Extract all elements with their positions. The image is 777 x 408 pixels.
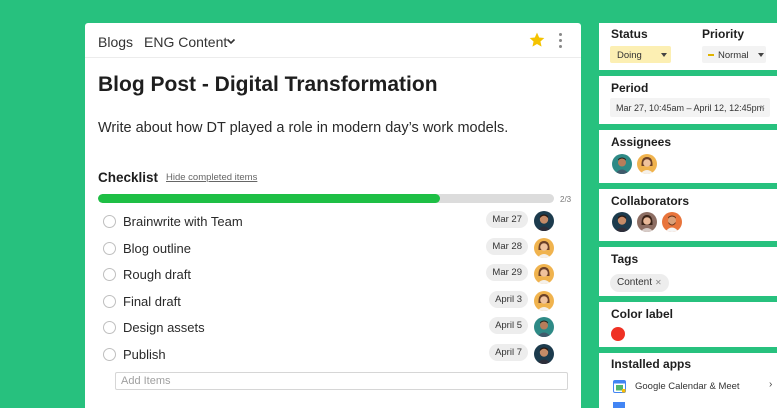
period-value: Mar 27, 10:45am – April 12, 12:45pm	[616, 103, 765, 113]
installed-apps-title: Installed apps	[611, 357, 692, 371]
checklist-item[interactable]: Rough draft Mar 29	[85, 261, 581, 288]
checklist-item[interactable]: Blog outline Mar 28	[85, 235, 581, 262]
period-field[interactable]: Mar 27, 10:45am – April 12, 12:45pm ×	[610, 98, 770, 117]
checklist-item[interactable]: Publish April 7	[85, 341, 581, 368]
checklist-items: Brainwrite with Team Mar 27 Blog outline…	[85, 208, 581, 368]
chevron-right-icon: ›	[769, 379, 773, 390]
priority-value: Normal	[718, 50, 749, 61]
avatar[interactable]	[637, 154, 657, 174]
assignees-title: Assignees	[611, 135, 672, 149]
avatar[interactable]	[637, 212, 657, 232]
hide-completed-link[interactable]: Hide completed items	[166, 172, 257, 183]
avatar[interactable]	[612, 212, 632, 232]
avatar[interactable]	[534, 211, 554, 231]
priority-dropdown[interactable]: Normal	[702, 46, 766, 63]
collaborators-panel: Collaborators	[599, 189, 777, 241]
tags-title: Tags	[611, 252, 639, 266]
caret-down-icon	[661, 53, 667, 57]
due-date-badge[interactable]: Mar 29	[486, 264, 528, 282]
color-swatch[interactable]	[611, 327, 625, 341]
tag-label: Content	[617, 277, 653, 288]
due-date-badge[interactable]: Mar 28	[486, 237, 528, 255]
breadcrumb-blogs[interactable]: Blogs	[98, 34, 133, 50]
tags-panel: Tags Content ✕	[599, 247, 777, 296]
checklist-item-label[interactable]: Publish	[123, 347, 166, 362]
task-description[interactable]: Write about how DT played a role in mode…	[98, 120, 508, 136]
breadcrumb-eng-content[interactable]: ENG Content	[144, 34, 227, 50]
task-title[interactable]: Blog Post - Digital Transformation	[98, 73, 438, 97]
checklist-progress-bar	[98, 194, 554, 203]
avatar[interactable]	[534, 264, 554, 284]
avatar[interactable]	[534, 238, 554, 258]
status-title: Status	[611, 27, 648, 41]
avatar[interactable]	[662, 212, 682, 232]
checklist-title: Checklist	[98, 170, 159, 185]
due-date-badge[interactable]: April 5	[489, 317, 528, 335]
assignees-panel: Assignees	[599, 130, 777, 183]
checklist-item-label[interactable]: Rough draft	[123, 267, 191, 282]
color-label-panel: Color label	[599, 302, 777, 347]
tag-chip[interactable]: Content ✕	[610, 274, 669, 292]
collaborators-title: Collaborators	[611, 194, 690, 208]
avatar[interactable]	[534, 291, 554, 311]
checklist-item-label[interactable]: Final draft	[123, 294, 181, 309]
period-title: Period	[611, 81, 649, 95]
checkbox[interactable]	[103, 294, 116, 308]
checklist-item[interactable]: Design assets April 5	[85, 314, 581, 341]
avatar[interactable]	[612, 154, 632, 174]
checklist-item[interactable]: Brainwrite with Team Mar 27	[85, 208, 581, 235]
status-dropdown[interactable]: Doing	[610, 46, 671, 63]
card-header: Blogs ENG Content	[85, 23, 581, 58]
more-options-icon[interactable]	[559, 33, 563, 49]
checklist-progress-fill	[98, 194, 440, 203]
checklist-item-label[interactable]: Blog outline	[123, 241, 191, 256]
priority-title: Priority	[702, 27, 745, 41]
due-date-badge[interactable]: April 7	[489, 343, 528, 361]
checklist-item-label[interactable]: Brainwrite with Team	[123, 214, 243, 229]
due-date-badge[interactable]: April 3	[489, 290, 528, 308]
installed-apps-panel: Installed apps Google Calendar & Meet ›	[599, 353, 777, 408]
checkbox[interactable]	[103, 215, 116, 228]
due-date-badge[interactable]: Mar 27	[486, 211, 528, 228]
caret-down-icon	[758, 53, 764, 57]
period-panel: Period Mar 27, 10:45am – April 12, 12:45…	[599, 76, 777, 124]
calendar-icon	[613, 402, 625, 408]
checklist-item[interactable]: Final draft April 3	[85, 288, 581, 315]
task-card: Blogs ENG Content Blog Post - Digital Tr…	[85, 23, 581, 408]
add-items-input[interactable]	[115, 372, 568, 390]
avatar[interactable]	[534, 344, 554, 364]
chevron-down-icon[interactable]	[224, 34, 238, 48]
remove-tag-icon[interactable]: ✕	[655, 278, 662, 287]
status-priority-panel: Status Priority Doing Normal	[599, 23, 777, 70]
app-google-calendar[interactable]: Google Calendar & Meet ›	[613, 379, 777, 395]
checkbox[interactable]	[103, 321, 116, 335]
color-label-title: Color label	[611, 307, 674, 321]
calendar-icon	[613, 380, 626, 393]
clear-icon[interactable]: ×	[760, 102, 765, 112]
checkbox[interactable]	[103, 241, 116, 255]
checklist-item-label[interactable]: Design assets	[123, 320, 205, 335]
checkbox[interactable]	[103, 347, 116, 361]
checklist-progress-count: 2/3	[560, 195, 572, 204]
priority-normal-icon	[708, 54, 714, 56]
app-name: Google Calendar & Meet	[635, 381, 740, 392]
avatar[interactable]	[534, 317, 554, 337]
status-value: Doing	[617, 50, 642, 61]
checkbox[interactable]	[103, 268, 116, 282]
star-icon[interactable]	[528, 31, 546, 49]
